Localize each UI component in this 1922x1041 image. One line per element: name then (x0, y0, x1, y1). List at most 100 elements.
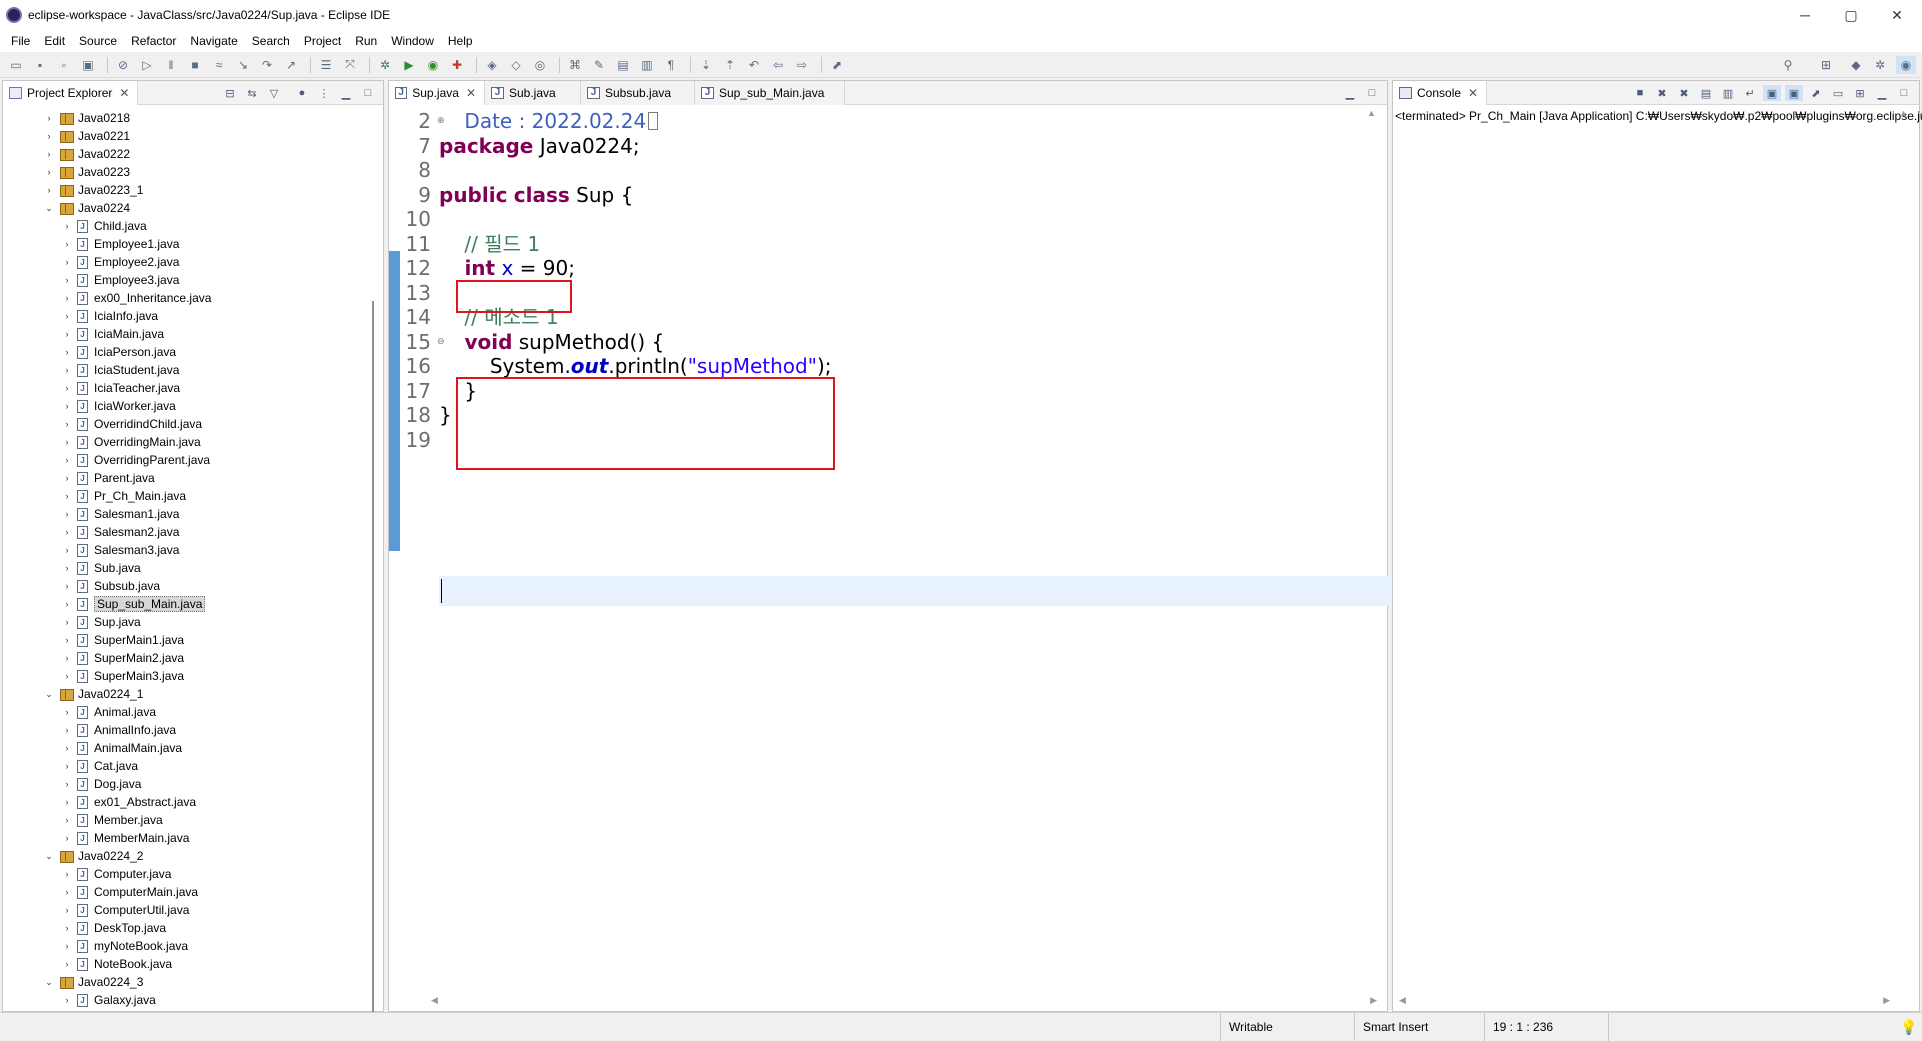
chevron-right-icon[interactable]: › (61, 563, 73, 573)
next-annotation-icon[interactable]: ⇣ (696, 56, 716, 74)
terminate-icon[interactable]: ■ (1631, 85, 1649, 101)
show-stdout-icon[interactable]: ▣ (1763, 85, 1781, 101)
close-icon[interactable]: ✕ (1468, 86, 1478, 100)
chevron-right-icon[interactable]: › (61, 779, 73, 789)
chevron-right-icon[interactable]: › (61, 617, 73, 627)
tree-file-item[interactable]: › J IciaWorker.java (61, 397, 176, 415)
chevron-right-icon[interactable]: › (61, 257, 73, 267)
debug-icon[interactable]: ✲ (375, 56, 395, 74)
scroll-right-icon[interactable]: ▶ (1883, 995, 1890, 1006)
tree-file-item[interactable]: › J AnimalMain.java (61, 739, 183, 757)
menu-search[interactable]: Search (245, 34, 297, 48)
chevron-right-icon[interactable]: › (61, 437, 73, 447)
chevron-right-icon[interactable]: › (61, 761, 73, 771)
minimize-view-icon[interactable]: ▁ (1873, 85, 1891, 101)
maximize-view-icon[interactable]: □ (1363, 85, 1381, 101)
chevron-right-icon[interactable]: › (61, 401, 73, 411)
chevron-right-icon[interactable]: › (61, 833, 73, 843)
tree-package-item[interactable]: › Java0221 (43, 127, 130, 145)
chevron-right-icon[interactable]: › (61, 815, 73, 825)
menu-run[interactable]: Run (348, 34, 384, 48)
tree-file-item[interactable]: › J OverridingParent.java (61, 451, 211, 469)
chevron-right-icon[interactable]: › (61, 923, 73, 933)
tree-file-item[interactable]: › J ComputerMain.java (61, 883, 199, 901)
scroll-up-icon[interactable]: ▲ (1367, 108, 1376, 118)
link-with-editor-icon[interactable]: ⇆ (243, 85, 261, 101)
menu-source[interactable]: Source (72, 34, 124, 48)
chevron-right-icon[interactable]: › (61, 473, 73, 483)
display-console-icon[interactable]: ▭ (1829, 85, 1847, 101)
tree-file-item[interactable]: › J Galaxy.java (61, 991, 156, 1009)
chevron-right-icon[interactable]: › (43, 113, 55, 123)
chevron-down-icon[interactable]: ⌄ (43, 689, 55, 700)
scroll-right-icon[interactable]: ▶ (1370, 995, 1377, 1006)
tree-file-item[interactable]: › J Animal.java (61, 703, 157, 721)
tree-file-item[interactable]: › J IciaTeacher.java (61, 379, 181, 397)
menu-project[interactable]: Project (297, 34, 348, 48)
tree-package-item[interactable]: ⌄ Java0224_2 (43, 847, 143, 865)
chevron-right-icon[interactable]: › (61, 635, 73, 645)
debug-perspective-icon[interactable]: ✲ (1870, 56, 1890, 74)
task-icon[interactable]: ☰ (316, 56, 336, 74)
tree-file-item[interactable]: › J Member.java (61, 811, 163, 829)
tree-file-item[interactable]: › J OverridingMain.java (61, 433, 201, 451)
tree-package-item[interactable]: › Java0222 (43, 145, 130, 163)
new-package-icon[interactable]: ◇ (506, 56, 526, 74)
chevron-right-icon[interactable]: › (61, 275, 73, 285)
chevron-right-icon[interactable]: › (61, 509, 73, 519)
refactor-icon[interactable]: ⤧ (340, 56, 360, 74)
tree-file-item[interactable]: › J Salesman2.java (61, 523, 180, 541)
view-menu-icon[interactable]: ⋮ (315, 85, 333, 101)
scrollbar-thumb[interactable] (372, 301, 374, 1016)
scroll-left-icon[interactable]: ◀ (431, 995, 438, 1006)
menu-file[interactable]: File (4, 34, 37, 48)
menu-window[interactable]: Window (384, 34, 441, 48)
prev-annotation-icon[interactable]: ⇡ (720, 56, 740, 74)
tree-file-item[interactable]: › J Sup.java (61, 613, 141, 631)
tree-file-item[interactable]: › J Sub.java (61, 559, 141, 577)
open-perspective-icon[interactable]: ⊞ (1816, 56, 1836, 74)
java-perspective-icon[interactable]: ◉ (1896, 55, 1916, 74)
tree-package-item[interactable]: ⌄ Java0224_1 (43, 685, 143, 703)
tree-file-item[interactable]: › J Pr_Ch_Main.java (61, 487, 187, 505)
menu-edit[interactable]: Edit (37, 34, 72, 48)
pin-console-icon[interactable]: ⬈ (1807, 85, 1825, 101)
terminal-icon[interactable]: ▣ (78, 56, 98, 74)
tab-subsub-java[interactable]: J Subsub.java (581, 80, 695, 105)
java-ee-perspective-icon[interactable]: ◆ (1846, 56, 1866, 74)
tree-file-item[interactable]: › J IciaInfo.java (61, 307, 159, 325)
chevron-right-icon[interactable]: › (43, 167, 55, 177)
tree-file-item[interactable]: › J Employee3.java (61, 271, 180, 289)
menu-help[interactable]: Help (441, 34, 480, 48)
tab-project-explorer[interactable]: Project Explorer ✕ (3, 80, 139, 105)
chevron-right-icon[interactable]: › (61, 725, 73, 735)
chevron-right-icon[interactable]: › (61, 347, 73, 357)
forward-icon[interactable]: ⇨ (792, 56, 812, 74)
clear-console-icon[interactable]: ▤ (1697, 85, 1715, 101)
disconnect-icon[interactable]: ≈ (209, 56, 229, 74)
filter-icon[interactable]: ▽ (265, 85, 283, 101)
tree-file-item[interactable]: › JmyNoteBook.java (61, 937, 189, 955)
tree-file-item[interactable]: › J Computer.java (61, 865, 172, 883)
chevron-right-icon[interactable]: › (61, 545, 73, 555)
resume-icon[interactable]: ▷ (137, 56, 157, 74)
chevron-right-icon[interactable]: › (61, 995, 73, 1005)
chevron-right-icon[interactable]: › (61, 311, 73, 321)
chevron-right-icon[interactable]: › (61, 905, 73, 915)
menu-refactor[interactable]: Refactor (124, 34, 183, 48)
open-console-icon[interactable]: ⊞ (1851, 85, 1869, 101)
tree-file-item[interactable]: › J Child.java (61, 217, 147, 235)
tree-package-item[interactable]: › Java0218 (43, 109, 130, 127)
pin-editor-icon[interactable]: ⬈ (827, 56, 847, 74)
tree-package-item[interactable]: ⌄ Java0224_3 (43, 973, 143, 991)
chevron-right-icon[interactable]: › (61, 653, 73, 663)
tab-sup-java[interactable]: J Sup.java ✕ (389, 80, 485, 105)
external-tools-icon[interactable]: ✚ (447, 56, 467, 74)
search-icon[interactable]: ⚲ (1778, 56, 1798, 74)
chevron-right-icon[interactable]: › (61, 743, 73, 753)
chevron-right-icon[interactable]: › (61, 527, 73, 537)
tab-sup-sub-main-java[interactable]: J Sup_sub_Main.java (695, 80, 845, 105)
console-vertical-scrollbar[interactable]: ▲ ▼ (1897, 106, 1911, 1041)
chevron-right-icon[interactable]: › (43, 149, 55, 159)
remove-all-launches-icon[interactable]: ✖ (1675, 85, 1693, 101)
